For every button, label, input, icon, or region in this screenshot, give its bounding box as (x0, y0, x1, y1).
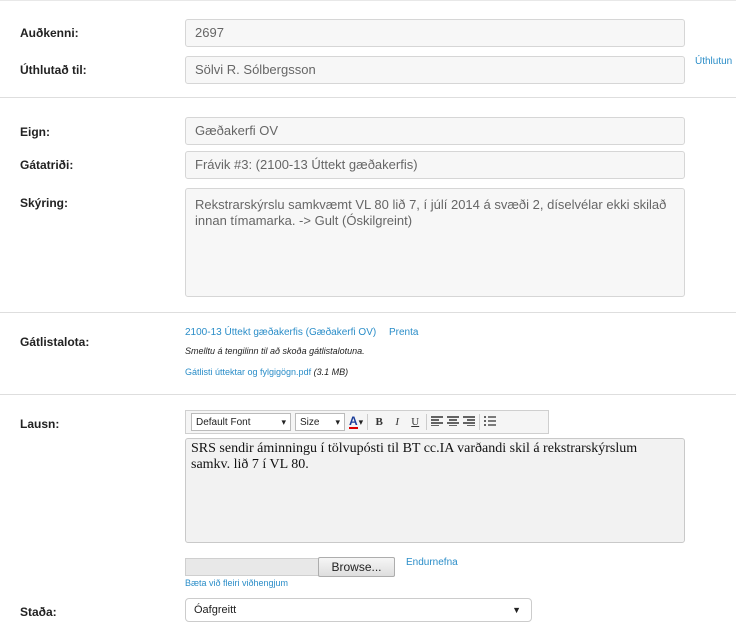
editor-toolbar: Default Font ▾ Size ▾ A ▾ B I U (185, 410, 549, 434)
description-textarea[interactable]: Rekstrarskýrslu samkvæmt VL 80 lið 7, í … (185, 188, 685, 297)
divider (0, 97, 736, 98)
attachment-size: (3.1 MB) (313, 367, 349, 377)
toolbar-separator (479, 414, 481, 430)
chevron-down-icon: ▾ (335, 416, 340, 427)
chevron-down-icon: ▾ (281, 416, 286, 427)
asset-field[interactable]: Gæðakerfi OV (185, 117, 685, 145)
status-select[interactable]: Óafgreitt ▼ (185, 598, 532, 622)
solution-editor[interactable]: SRS sendir áminningu í tölvupósti til BT… (185, 438, 685, 543)
bold-button[interactable]: B (372, 416, 386, 428)
align-right-icon[interactable] (463, 413, 476, 431)
assigned-label: Úthlutað til: (20, 63, 87, 77)
checklist-links: 2100-13 Úttekt gæðakerfis (Gæðakerfi OV)… (185, 327, 418, 338)
align-center-icon[interactable] (447, 413, 460, 431)
checkitem-label: Gátatriði: (20, 158, 74, 172)
toolbar-separator (367, 414, 369, 430)
size-select-value: Size (300, 416, 320, 428)
status-label: Staða: (20, 605, 57, 619)
checklist-link[interactable]: 2100-13 Úttekt gæðakerfis (Gæðakerfi OV) (185, 327, 376, 338)
checkitem-field[interactable]: Frávik #3: (2100-13 Úttekt gæðakerfis) (185, 151, 685, 179)
font-color-icon: A (349, 414, 358, 429)
font-select[interactable]: Default Font ▾ (191, 413, 291, 431)
asset-label: Eign: (20, 125, 50, 139)
browse-button[interactable]: Browse... (318, 557, 395, 577)
status-value: Óafgreitt (194, 604, 237, 616)
id-label: Auðkenni: (20, 26, 79, 40)
print-link[interactable]: Prenta (389, 327, 418, 338)
solution-label: Lausn: (20, 417, 60, 431)
add-attachments-link[interactable]: Bæta við fleiri viðhengjum (185, 578, 288, 588)
underline-button[interactable]: U (408, 416, 422, 428)
divider (0, 312, 736, 313)
description-label: Skýring: (20, 196, 69, 210)
align-left-icon[interactable] (431, 413, 444, 431)
assign-link[interactable]: Úthlutun (695, 56, 732, 67)
task-form: Auðkenni: 2697 Úthlutað til: Sölvi R. Só… (0, 0, 736, 627)
italic-button[interactable]: I (390, 416, 404, 428)
attachment-link[interactable]: Gátlisti úttektar og fylgigögn.pdf (185, 367, 311, 377)
rename-link[interactable]: Endurnefna (406, 557, 458, 568)
chevron-down-icon: ▼ (512, 605, 521, 615)
id-field[interactable]: 2697 (185, 19, 685, 47)
divider (0, 394, 736, 395)
checklist-label: Gátlistalota: (20, 335, 90, 349)
font-select-value: Default Font (196, 416, 251, 428)
bullet-list-icon[interactable] (484, 413, 497, 431)
toolbar-separator (426, 414, 428, 430)
assigned-field[interactable]: Sölvi R. Sólbergsson (185, 56, 685, 84)
attachment-row: Gátlisti úttektar og fylgigögn.pdf (3.1 … (185, 367, 348, 377)
font-color-button[interactable]: A ▾ (349, 415, 363, 429)
checklist-hint: Smelltu á tengilinn til að skoða gátlist… (185, 346, 365, 356)
chevron-down-icon: ▾ (358, 416, 364, 427)
size-select[interactable]: Size ▾ (295, 413, 345, 431)
